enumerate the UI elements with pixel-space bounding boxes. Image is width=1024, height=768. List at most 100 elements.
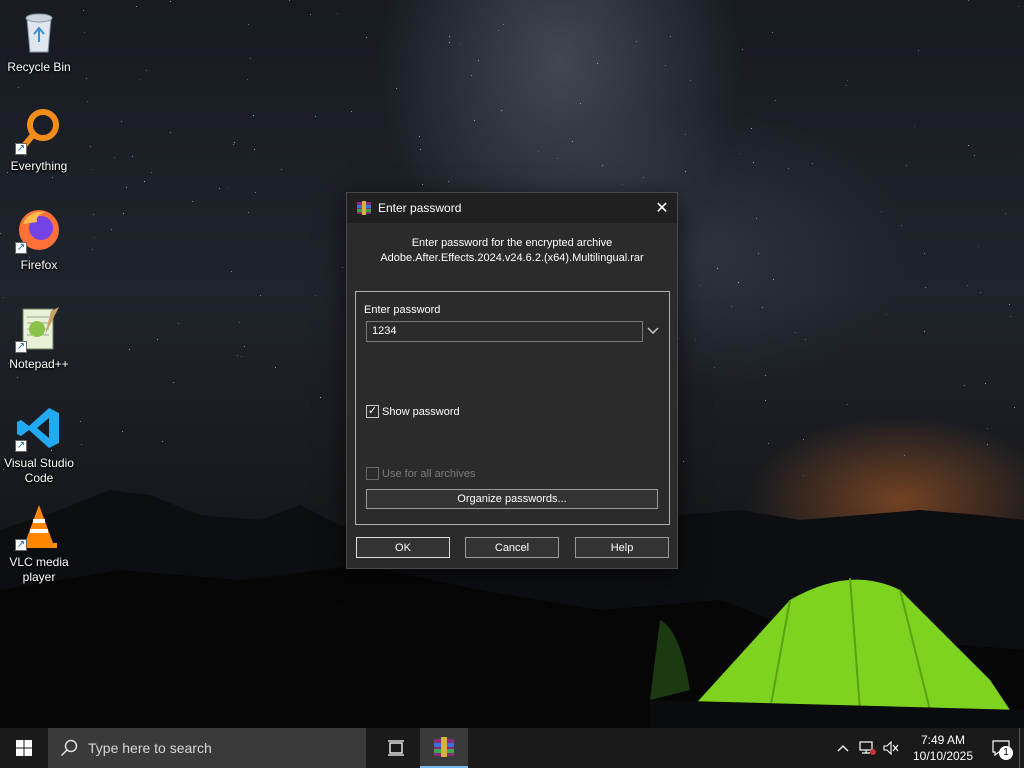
task-view-button[interactable]	[372, 728, 420, 768]
vscode-icon: ↗	[15, 404, 63, 452]
chevron-down-icon	[647, 327, 659, 334]
star	[597, 63, 598, 64]
star	[1014, 407, 1015, 408]
star	[765, 375, 766, 376]
star	[239, 322, 240, 323]
taskbar-search-box[interactable]: Type here to search	[48, 728, 366, 768]
start-button[interactable]	[0, 728, 48, 768]
star	[753, 162, 754, 163]
desktop-icon-label: Everything	[10, 159, 68, 173]
star	[773, 279, 774, 280]
star	[233, 144, 234, 145]
star	[139, 79, 140, 80]
action-center-button[interactable]: 1	[983, 728, 1019, 768]
star	[178, 323, 179, 324]
star	[731, 306, 732, 307]
star	[498, 30, 499, 31]
star	[136, 6, 137, 7]
search-placeholder: Type here to search	[88, 740, 212, 756]
star	[52, 177, 53, 178]
use-for-all-label: Use for all archives	[382, 467, 476, 480]
organize-passwords-button[interactable]: Organize passwords...	[366, 489, 658, 509]
dialog-titlebar[interactable]: Enter password ✕	[347, 193, 677, 223]
volume-button[interactable]	[879, 728, 903, 768]
search-icon	[60, 739, 78, 757]
star	[396, 88, 397, 89]
desktop-icon-vlc[interactable]: ↗ VLC media player	[1, 503, 77, 585]
notepad-plus-plus-icon: ↗	[15, 305, 63, 353]
star	[241, 356, 242, 357]
desktop-icon-firefox[interactable]: ↗ Firefox	[1, 206, 77, 273]
password-input[interactable]: 1234	[366, 321, 643, 342]
star	[1010, 316, 1011, 317]
star	[170, 1, 171, 2]
star	[918, 50, 919, 51]
desktop-icon-notepad-plus-plus[interactable]: ↗ Notepad++	[1, 305, 77, 372]
star	[122, 431, 123, 432]
star	[162, 441, 163, 442]
star	[622, 184, 623, 185]
desktop-icon-everything[interactable]: ↗ Everything	[1, 107, 77, 174]
star	[557, 158, 558, 159]
star	[739, 153, 740, 154]
taskbar-winrar-button[interactable]	[420, 728, 468, 768]
star	[1009, 304, 1010, 305]
password-history-dropdown[interactable]	[646, 322, 660, 340]
star	[80, 421, 81, 422]
star	[602, 165, 603, 166]
windows-logo-icon	[16, 740, 32, 756]
everything-search-icon: ↗	[15, 107, 63, 155]
desktop-icon-recycle-bin[interactable]: Recycle Bin	[1, 8, 77, 75]
star	[93, 214, 94, 215]
star	[248, 212, 249, 213]
star	[471, 75, 472, 76]
tent-illustration	[650, 577, 1024, 728]
star	[151, 172, 152, 173]
dialog-prompt: Enter password for the encrypted archive…	[347, 236, 677, 266]
star	[987, 428, 988, 429]
ok-button[interactable]: OK	[356, 537, 450, 558]
chevron-up-icon	[837, 745, 849, 752]
star	[114, 157, 115, 158]
star	[254, 149, 255, 150]
close-icon: ✕	[655, 200, 669, 217]
network-button[interactable]	[855, 728, 879, 768]
taskbar-clock[interactable]: 7:49 AM 10/10/2025	[907, 732, 979, 764]
help-button[interactable]: Help	[575, 537, 669, 558]
star	[695, 339, 696, 340]
show-password-checkbox[interactable]: ✓ Show password	[366, 405, 460, 418]
star	[768, 443, 769, 444]
star	[1018, 6, 1019, 7]
shortcut-arrow-icon: ↗	[15, 440, 27, 452]
star	[974, 155, 975, 156]
show-hidden-icons-button[interactable]	[831, 728, 855, 768]
star	[967, 285, 968, 286]
password-groupbox: Enter password 1234 ✓ Show password Use …	[355, 291, 670, 525]
star	[968, 0, 969, 1]
star	[234, 142, 235, 143]
notification-count-badge: 1	[999, 746, 1013, 760]
vlc-icon: ↗	[15, 503, 63, 551]
star	[924, 253, 925, 254]
star	[91, 169, 92, 170]
taskbar: Type here to search 7:49 AM 10/10/2025 1	[0, 728, 1024, 768]
star	[478, 60, 479, 61]
star	[925, 287, 926, 288]
star	[717, 268, 718, 269]
star	[129, 349, 130, 350]
network-icon	[859, 741, 876, 755]
star	[84, 32, 85, 33]
star	[846, 85, 847, 86]
cancel-button[interactable]: Cancel	[465, 537, 559, 558]
star	[244, 346, 245, 347]
clock-date: 10/10/2025	[912, 749, 974, 763]
close-button[interactable]: ✕	[647, 193, 677, 223]
star	[679, 338, 680, 339]
show-desktop-button[interactable]	[1019, 728, 1024, 768]
star	[765, 400, 766, 401]
desktop-icon-vscode[interactable]: ↗ Visual Studio Code	[1, 404, 77, 486]
star	[449, 36, 450, 37]
star	[924, 331, 925, 332]
star	[1005, 213, 1006, 214]
star	[310, 14, 311, 15]
